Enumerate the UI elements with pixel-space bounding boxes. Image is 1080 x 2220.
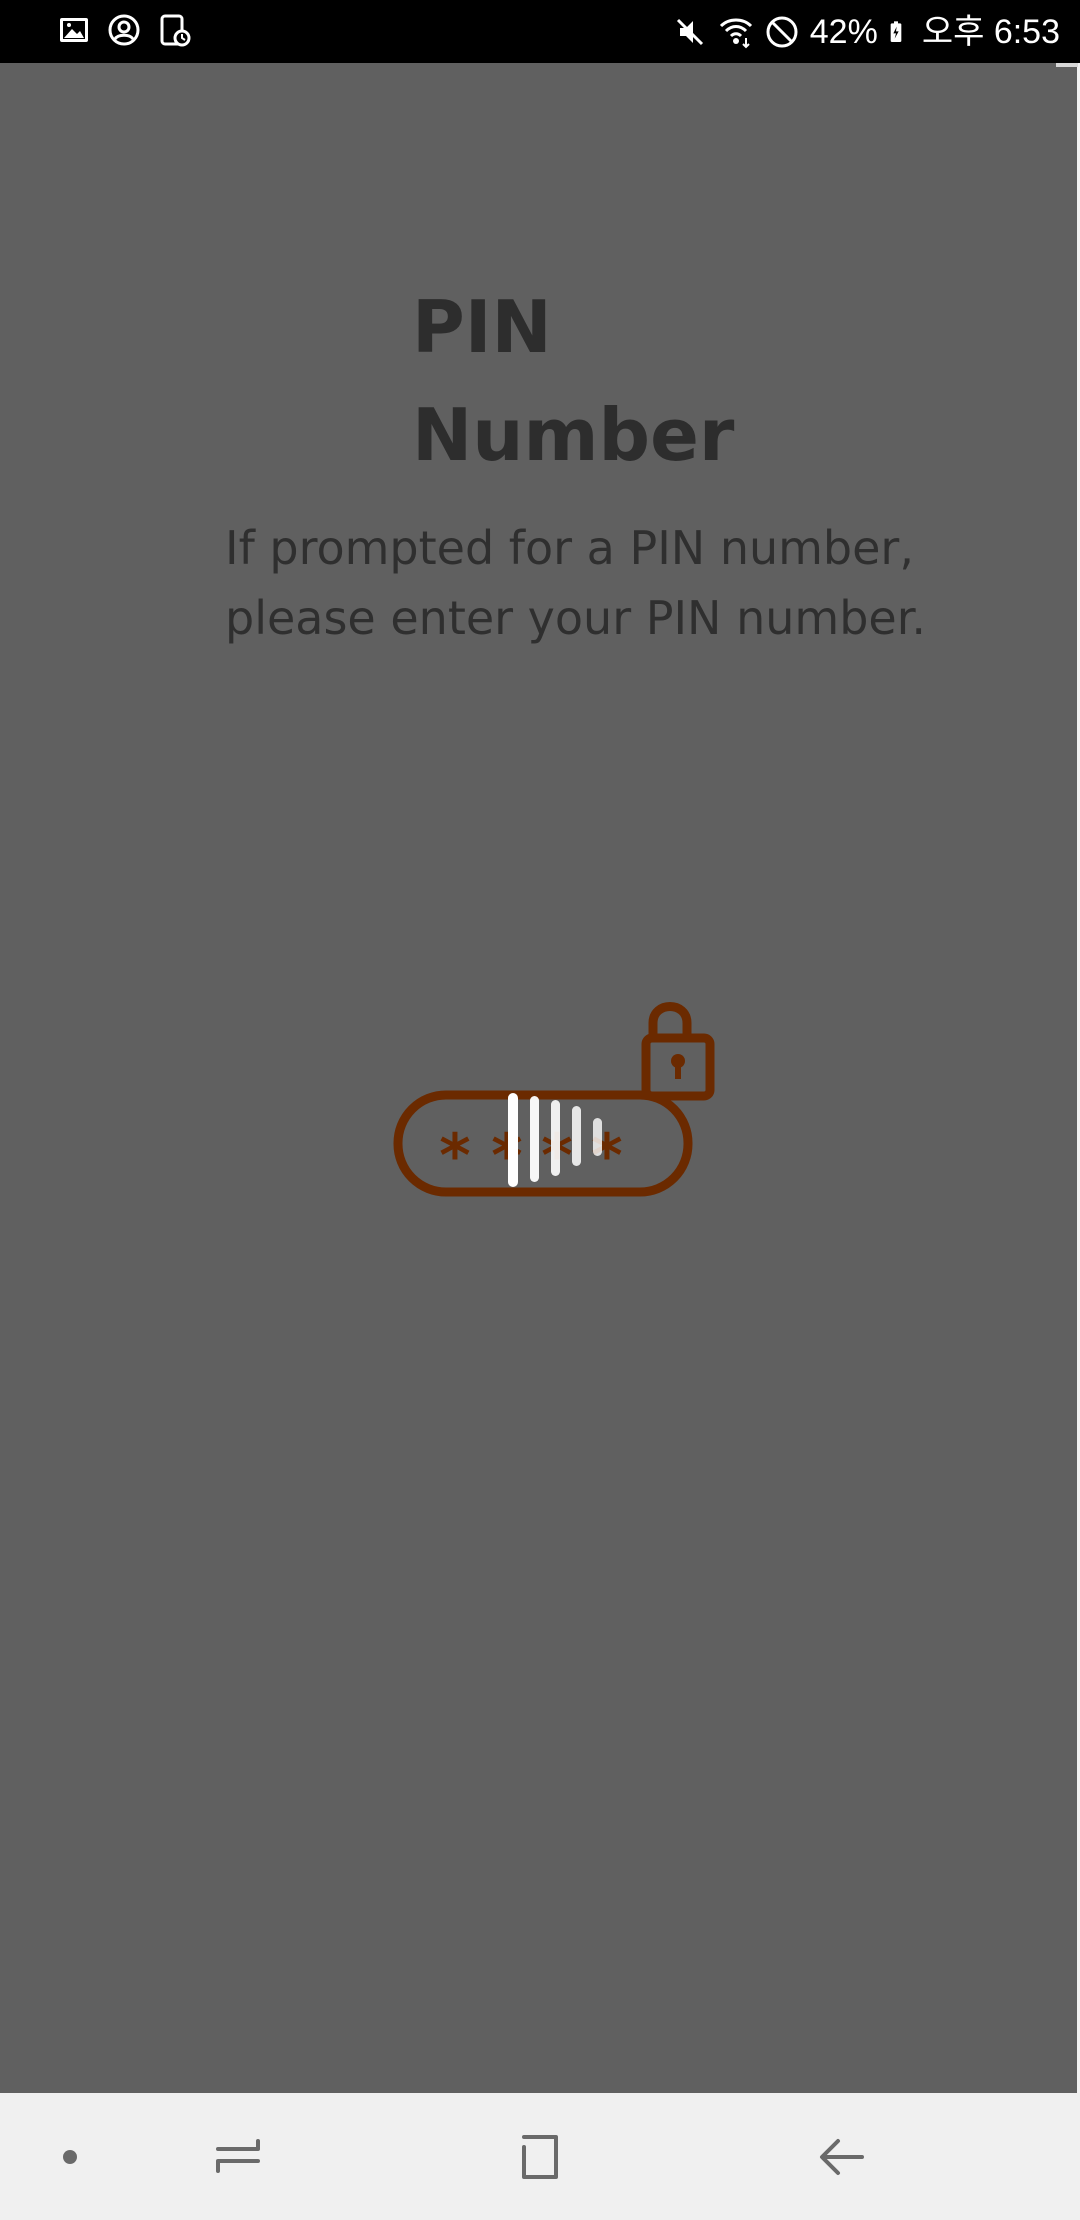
recents-icon — [216, 2139, 260, 2173]
nav-dot-button[interactable] — [34, 2121, 106, 2193]
do-not-disturb-icon — [766, 16, 798, 48]
pin-info-screen: PIN Number If prompted for a PIN number,… — [0, 63, 1080, 2093]
page-title: PIN Number — [412, 273, 812, 489]
lock-icon — [641, 1002, 715, 1101]
wifi-icon — [719, 18, 752, 49]
page-title-line-1: PIN — [412, 285, 552, 369]
loading-bar-4 — [572, 1106, 581, 1166]
clock: 오후 6:53 — [921, 13, 1060, 51]
screen-time-icon — [160, 14, 191, 47]
masked-char-1: * — [439, 1121, 470, 1191]
page-description-line-1: If prompted for a PIN number, — [225, 521, 914, 575]
loading-indicator — [508, 1093, 602, 1187]
mute-icon — [676, 18, 703, 46]
nav-home-button[interactable] — [504, 2121, 576, 2193]
loading-bar-2 — [530, 1096, 539, 1182]
scrollbar-thumb[interactable] — [1056, 63, 1078, 67]
navigation-bar — [0, 2093, 1080, 2220]
status-bar: 42% 오후 6:53 — [0, 0, 1080, 63]
gallery-icon — [60, 18, 88, 42]
loading-bar-3 — [551, 1100, 560, 1176]
page-description-line-2: please enter your PIN number. — [225, 591, 927, 645]
nav-recents-button[interactable] — [202, 2121, 274, 2193]
dot-icon — [63, 2150, 77, 2164]
battery-percentage: 42% — [809, 13, 878, 51]
status-right-area: 42% 오후 6:53 — [672, 10, 1060, 54]
nav-back-button[interactable] — [806, 2121, 878, 2193]
loading-bar-1 — [508, 1093, 518, 1187]
account-icon — [108, 14, 140, 46]
loading-bar-5 — [593, 1118, 602, 1156]
battery-charging-icon — [890, 21, 902, 42]
page-title-line-2: Number — [412, 393, 735, 477]
back-icon — [820, 2139, 864, 2175]
page-description: If prompted for a PIN number, please ent… — [225, 513, 945, 653]
status-left-icons — [56, 12, 192, 48]
home-icon — [522, 2135, 558, 2179]
